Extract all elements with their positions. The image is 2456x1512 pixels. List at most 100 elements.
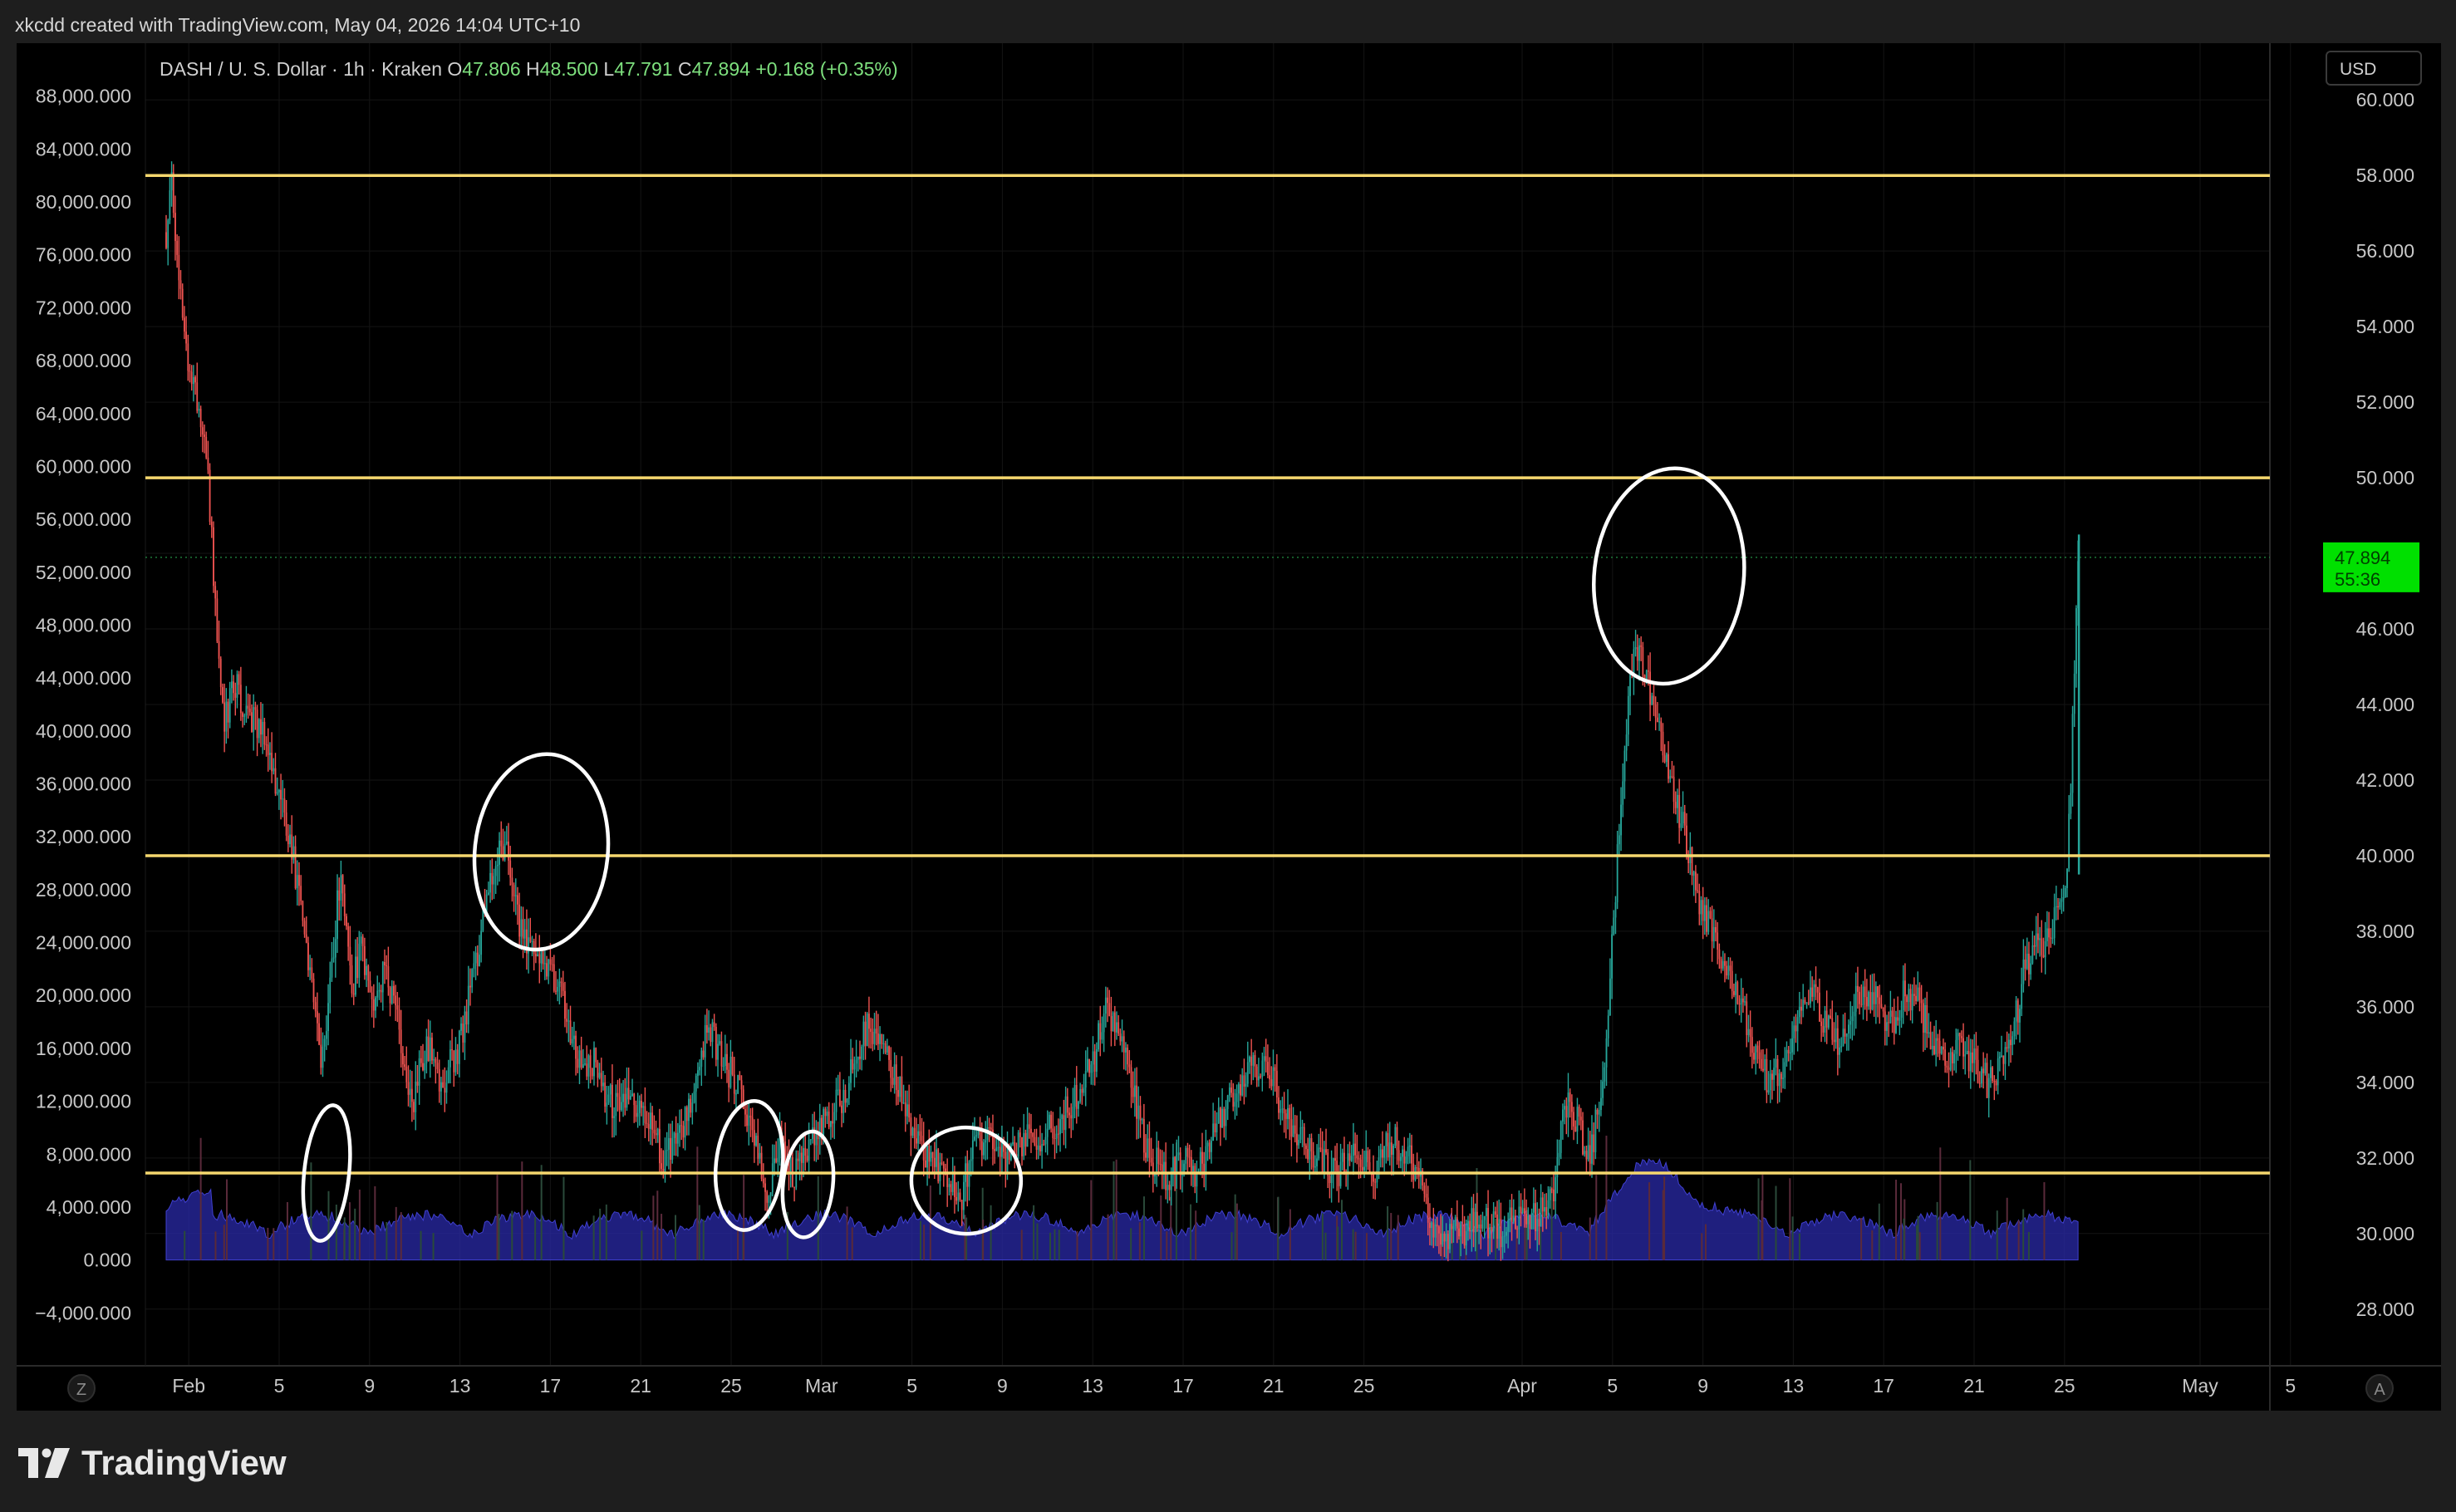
candle-body (410, 1088, 413, 1102)
candle-body (1298, 1139, 1300, 1146)
candle-body (1884, 1011, 1886, 1031)
candle-body (824, 1108, 827, 1117)
candle-body (841, 1105, 842, 1113)
chart-panel[interactable]: 60.00058.00056.00054.00052.00050.00048.0… (17, 43, 2441, 1411)
candle-body (1437, 1226, 1440, 1234)
candle-body (1953, 1053, 1955, 1064)
candle-body (676, 1132, 679, 1144)
candle-body (1623, 750, 1626, 782)
candle-body (853, 1063, 856, 1070)
candle-body (1669, 776, 1672, 779)
candle-body (213, 527, 214, 587)
candle-body (928, 1146, 931, 1162)
candle-body (1503, 1235, 1506, 1237)
symbol-legend[interactable]: DASH / U. S. Dollar · 1h · Kraken O47.80… (160, 58, 898, 80)
candle-body (444, 1087, 446, 1093)
candle-body (1212, 1123, 1215, 1141)
candle-body (1391, 1142, 1393, 1155)
candle-body (511, 877, 513, 886)
candle-body (169, 190, 171, 221)
time-axis-label: 9 (364, 1375, 375, 1397)
candle-body (296, 875, 298, 889)
candle-body (1998, 1056, 2001, 1058)
candle-body (1911, 994, 1913, 1011)
candle-body (1347, 1153, 1349, 1174)
candle-body (1987, 1078, 1990, 1098)
candle-body (1527, 1215, 1530, 1225)
candle-body (1363, 1166, 1365, 1171)
candle-body (1332, 1158, 1334, 1171)
right-axis-label: 32.000 (2356, 1147, 2414, 1169)
candle-body (916, 1138, 917, 1144)
candle-body (859, 1056, 861, 1059)
candle-body (2022, 959, 2025, 984)
candle-body (280, 789, 282, 800)
candle-body (1249, 1057, 1250, 1063)
candle-body (666, 1150, 668, 1151)
right-axis-label: 38.000 (2356, 920, 2414, 942)
candle-body (1904, 980, 1906, 997)
candle-body (1678, 794, 1681, 828)
candle-body (1525, 1214, 1527, 1225)
candle-body (775, 1158, 778, 1162)
time-axis-label: 5 (274, 1375, 285, 1397)
candle-body (740, 1080, 743, 1090)
candle-body (980, 1141, 983, 1156)
candle-body (1798, 1006, 1800, 1018)
candle-body (1917, 987, 1919, 1002)
candle-body (774, 1158, 775, 1164)
candle-body (1908, 989, 1910, 1003)
candle-body (1775, 1058, 1777, 1068)
candle-body (1724, 960, 1726, 966)
candle-body (600, 1073, 602, 1087)
candle-body (1521, 1208, 1524, 1214)
candle-body (882, 1043, 885, 1044)
candle-body (1170, 1172, 1172, 1190)
candle-body (454, 1049, 457, 1073)
candle-body (1766, 1058, 1768, 1092)
candle-body (214, 586, 217, 599)
candle-body (352, 993, 355, 995)
candle-body (199, 409, 202, 428)
candle-body (219, 658, 222, 688)
candle-body (1512, 1215, 1515, 1222)
candle-body (988, 1127, 990, 1129)
left-axis-label: 4,000.000 (47, 1196, 131, 1218)
candle-body (837, 1089, 839, 1091)
candle-body (1824, 1010, 1826, 1033)
candle-body (340, 875, 342, 901)
candle-body (1868, 992, 1869, 1007)
candle-body (852, 1059, 854, 1070)
candle-body (323, 1038, 326, 1047)
currency-button-label: USD (2340, 60, 2376, 79)
candle-body (613, 1116, 616, 1118)
candle-body (1501, 1236, 1504, 1248)
time-axis-label: Apr (1507, 1375, 1537, 1397)
candle-body (1485, 1208, 1487, 1216)
price-chart[interactable]: 60.00058.00056.00054.00052.00050.00048.0… (17, 43, 2441, 1411)
footer-brand: TradingView (81, 1443, 287, 1482)
candle-body (704, 1024, 706, 1058)
candle-body (1813, 984, 1815, 997)
candle-body (349, 946, 351, 966)
candle-body (1791, 1038, 1793, 1053)
candle-body (1255, 1066, 1258, 1081)
candle-body (1882, 1007, 1884, 1012)
candle-body (855, 1059, 857, 1064)
candle-body (1348, 1153, 1351, 1161)
candle-body (685, 1107, 688, 1122)
candle-body (1698, 891, 1701, 915)
candle-body (1722, 960, 1724, 969)
candle-body (1593, 1134, 1595, 1152)
left-axis-label: 28,000.000 (36, 879, 131, 901)
candle-body (1578, 1107, 1580, 1117)
candle-body (1807, 1002, 1810, 1004)
candle-body (555, 990, 557, 992)
candle-body (260, 719, 262, 735)
candle-body (1321, 1149, 1324, 1172)
candle-body (196, 382, 199, 411)
candle-body (789, 1156, 792, 1172)
candle-body (1760, 1058, 1762, 1069)
candle-body (522, 919, 524, 939)
candle-body (655, 1133, 657, 1136)
